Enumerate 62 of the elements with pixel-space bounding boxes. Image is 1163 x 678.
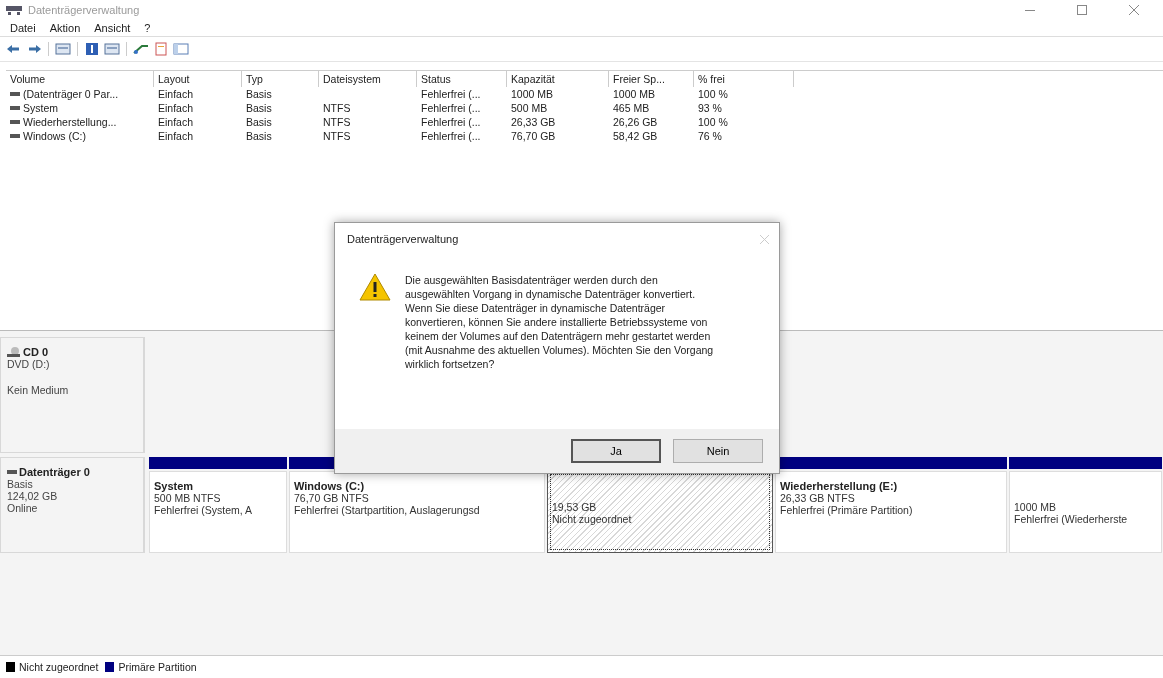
disk-info: Basis — [7, 478, 34, 490]
menu-item[interactable]: Ansicht — [94, 22, 131, 34]
table-cell: NTFS — [323, 116, 351, 128]
disk-info: DVD (D:) — [7, 358, 51, 370]
table-cell: 26,33 GB — [511, 116, 556, 128]
column-header[interactable]: Volume — [6, 71, 154, 87]
disk-name: CD 0 — [7, 346, 137, 358]
table-cell: Wiederherstellung... — [23, 116, 117, 128]
disk-info: Kein Medium — [7, 384, 70, 396]
dialog-title: Datenträgerverwaltung — [347, 233, 459, 245]
table-cell: Fehlerfrei (... — [421, 116, 481, 128]
table-cell: Fehlerfrei (... — [421, 88, 481, 100]
partition[interactable]: 1000 MB Fehlerfrei (Wiederherste — [1009, 471, 1162, 553]
column-header[interactable]: Kapazität — [507, 71, 609, 87]
table-cell: Basis — [246, 102, 272, 114]
table-cell: 500 MB — [511, 102, 548, 114]
column-header[interactable]: % frei — [694, 71, 794, 87]
table-cell: NTFS — [323, 102, 351, 114]
disk-name: Datenträger 0 — [7, 466, 137, 478]
column-header[interactable]: Typ — [242, 71, 319, 87]
dialog-button[interactable]: Ja — [571, 439, 661, 463]
dialog-button[interactable]: Nein — [673, 439, 763, 463]
table-cell: 76 % — [698, 130, 722, 142]
table-cell: Einfach — [158, 116, 194, 128]
legend-label: Nicht zugeordnet — [19, 661, 99, 673]
table-cell: Basis — [246, 116, 272, 128]
table-cell: Basis — [246, 88, 272, 100]
table-cell: 100 % — [698, 116, 728, 128]
menu-item[interactable]: Datei — [10, 22, 36, 34]
table-cell: 26,26 GB — [613, 116, 658, 128]
table-cell: 58,42 GB — [613, 130, 658, 142]
table-cell: 100 % — [698, 88, 728, 100]
table-cell: Einfach — [158, 130, 194, 142]
table-cell: Einfach — [158, 102, 194, 114]
table-cell: NTFS — [323, 130, 351, 142]
table-cell: 76,70 GB — [511, 130, 556, 142]
table-cell: System — [23, 102, 58, 114]
column-header[interactable]: Freier Sp... — [609, 71, 694, 87]
table-cell: Fehlerfrei (... — [421, 130, 481, 142]
partition[interactable]: 19,53 GB Nicht zugeordnet — [547, 471, 773, 553]
window-title: Datenträgerverwaltung — [28, 4, 141, 16]
column-header[interactable]: Dateisystem — [319, 71, 417, 87]
partition[interactable]: Windows (C:) 76,70 GB NTFS Fehlerfrei (Startpartition, Auslagerungsd — [289, 471, 545, 553]
table-cell: Windows (C:) — [23, 130, 86, 142]
table-cell: 1000 MB — [613, 88, 656, 100]
table-cell: 465 MB — [613, 102, 650, 114]
menu-item[interactable]: Aktion — [49, 22, 81, 34]
partition[interactable]: System 500 MB NTFS Fehlerfrei (System, A — [149, 471, 287, 553]
table-cell: (Datenträger 0 Par... — [23, 88, 119, 100]
table-cell: 93 % — [698, 102, 722, 114]
partition[interactable]: Wiederherstellung (E:) 26,33 GB NTFS Fehlerfrei (Primäre Partition) — [775, 471, 1007, 553]
table-cell: Basis — [246, 130, 272, 142]
column-header[interactable]: Status — [417, 71, 507, 87]
disk-info: 124,02 GB — [7, 490, 59, 502]
legend-label: Primäre Partition — [118, 661, 197, 673]
menu-item[interactable]: ? — [144, 22, 151, 34]
table-cell: 1000 MB — [511, 88, 554, 100]
column-header[interactable]: Layout — [154, 71, 242, 87]
table-cell: Fehlerfrei (... — [421, 102, 481, 114]
disk-info: Online — [7, 502, 39, 514]
dialog-message: Die ausgewählten Basisdatenträger werden durch den ausgewählten Vorgang in dynamische Datenträger konvertiert. Wenn Sie diese Datenträger in dynamische Datenträger konvertieren, können Sie andere installierte Betriebssysteme von keinem der Volumes auf den Datenträgern mehr gestartet werden (mit Ausnahme des aktuellen Volumes). Möchten Sie den Vorgang wirklich fortsetzen? — [405, 273, 715, 372]
table-cell: Einfach — [158, 88, 194, 100]
